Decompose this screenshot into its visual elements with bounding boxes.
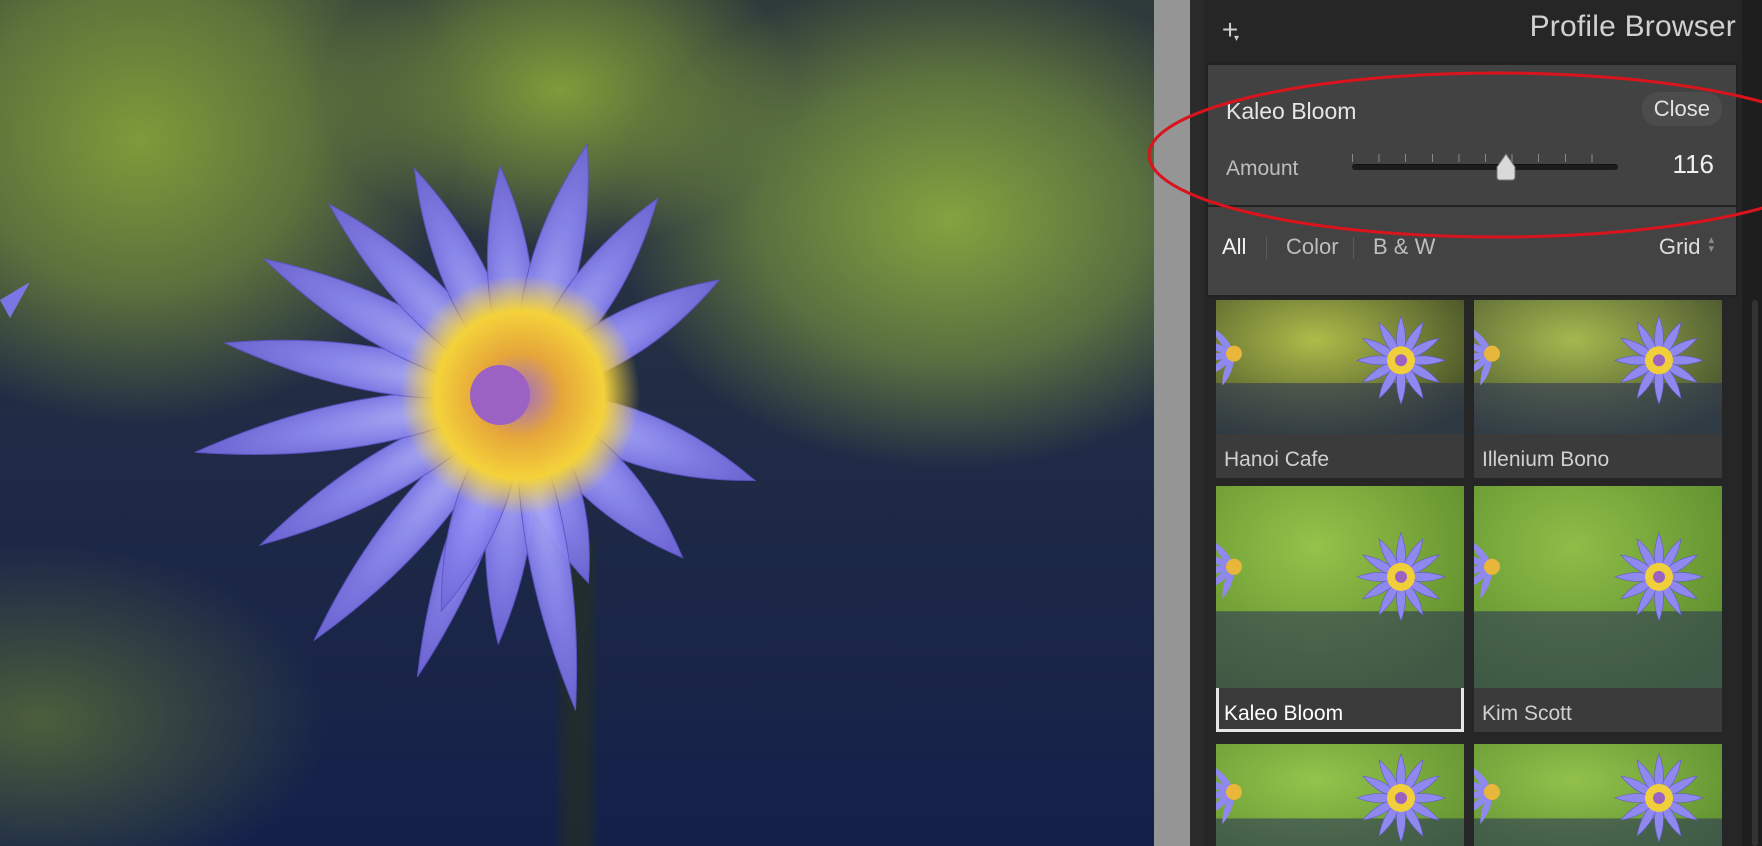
profile-amount-section: Kaleo Bloom Close Amount 116	[1206, 63, 1738, 207]
tab-all[interactable]: All	[1222, 234, 1246, 260]
slider-ticks	[1352, 154, 1618, 162]
profile-tile-name: Kim Scott	[1482, 702, 1572, 725]
profile-thumbnail	[1474, 744, 1722, 846]
tab-divider	[1266, 237, 1267, 259]
profile-tile-name: Illenium Bono	[1482, 448, 1610, 471]
profile-tile-name: Kaleo Bloom	[1224, 702, 1344, 725]
profile-tile[interactable]: Hanoi Cafe	[1216, 300, 1464, 478]
slider-track	[1352, 164, 1618, 170]
amount-value[interactable]: 116	[1673, 149, 1714, 180]
slider-thumb[interactable]	[1495, 152, 1517, 182]
up-down-arrows-icon: ▴ ▾	[1708, 234, 1714, 255]
scrollbar[interactable]	[1752, 300, 1758, 846]
profile-thumbnail	[1474, 300, 1722, 434]
profile-tile[interactable]: Illenium Bono	[1474, 300, 1722, 478]
panel-title: Profile Browser	[1529, 10, 1736, 43]
panel-header: + ▾ Profile Browser	[1204, 0, 1762, 60]
tab-bw[interactable]: B & W	[1373, 234, 1435, 260]
profile-grid: Hanoi Cafe Illenium Bono Kaleo Bloom Kim…	[1216, 300, 1736, 846]
panel-gutter	[1154, 0, 1190, 846]
profile-tile-name: Hanoi Cafe	[1224, 448, 1330, 471]
water-lily-image	[0, 142, 757, 846]
tab-divider	[1353, 237, 1354, 259]
panel-divider	[1190, 0, 1204, 846]
profile-tile[interactable]	[1216, 744, 1464, 846]
selected-profile-name: Kaleo Bloom	[1226, 98, 1357, 124]
view-mode-value: Grid	[1658, 234, 1701, 259]
close-button[interactable]: Close	[1641, 92, 1722, 126]
add-profile-button[interactable]: + ▾	[1212, 12, 1248, 48]
profile-thumbnail	[1474, 486, 1722, 688]
profile-browser-panel: + ▾ Profile Browser Kaleo Bloom Close Amo…	[1204, 0, 1762, 846]
chevron-down-icon: ▾	[1234, 33, 1240, 44]
profile-tile[interactable]: Kaleo Bloom	[1216, 486, 1464, 732]
profile-thumbnail	[1216, 744, 1464, 846]
profile-thumbnail	[1216, 486, 1464, 688]
amount-slider[interactable]	[1352, 152, 1618, 182]
profile-tile[interactable]: Kim Scott	[1474, 486, 1722, 732]
profile-tile[interactable]	[1474, 744, 1722, 846]
filter-bar: All Color B & W Grid ▴ ▾	[1206, 207, 1738, 297]
profile-thumbnail	[1216, 300, 1464, 434]
photo-canvas	[0, 0, 1154, 846]
view-mode-select[interactable]: Grid ▴ ▾	[1659, 234, 1714, 260]
amount-label: Amount	[1226, 157, 1299, 180]
tab-color[interactable]: Color	[1286, 234, 1339, 260]
